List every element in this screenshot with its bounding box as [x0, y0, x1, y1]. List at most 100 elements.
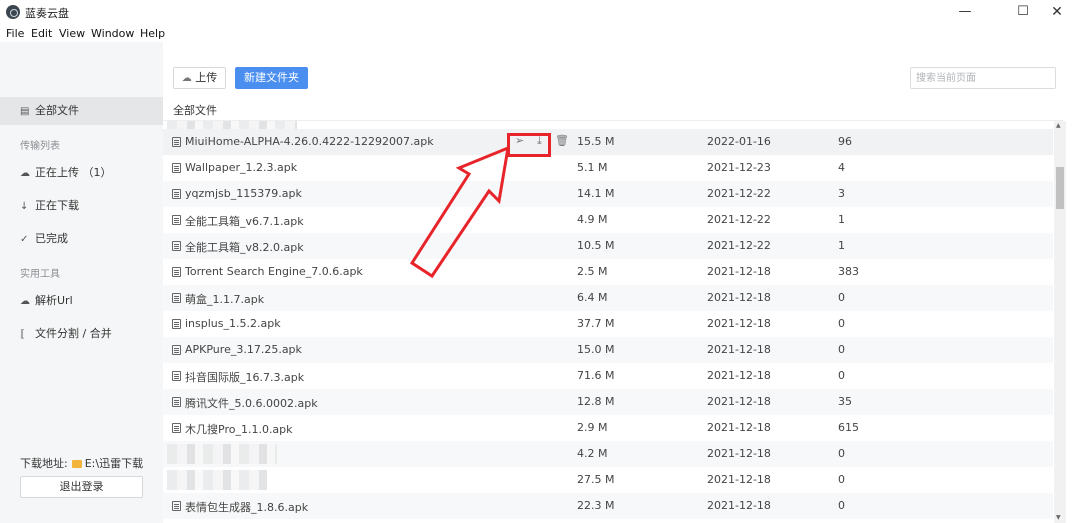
file-downloads: 4: [838, 161, 845, 174]
close-button[interactable]: ✕: [1034, 0, 1080, 24]
logout-button[interactable]: 退出登录: [20, 476, 143, 498]
file-icon: [172, 371, 181, 381]
folder-icon: [71, 460, 82, 468]
split-icon: ⟦: [20, 329, 25, 340]
table-row[interactable]: 全能工具箱_v8.2.0.apk 10.5 M 2021-12-22 1: [163, 233, 1053, 259]
window-title: 蓝奏云盘: [25, 7, 69, 20]
upload-button-label: 上传: [195, 71, 218, 84]
file-icon: [172, 241, 181, 251]
file-icon: [172, 423, 181, 433]
file-name[interactable]: APKPure_3.17.25.apk: [185, 343, 302, 356]
cloud-upload-icon: ☁: [20, 168, 30, 179]
table-row[interactable]: 全能工具箱_v6.7.1.apk 4.9 M 2021-12-22 1: [163, 207, 1053, 233]
table-row[interactable]: 表情包生成器_1.8.6.apk 22.3 M 2021-12-18 0: [163, 493, 1053, 519]
menu-view[interactable]: View: [59, 27, 85, 40]
sidebar-item-label: 已完成: [35, 232, 68, 245]
file-date: 2021-12-18: [707, 317, 771, 330]
file-name[interactable]: 腾讯文件_5.0.6.0002.apk: [185, 395, 318, 411]
file-downloads: 96: [838, 135, 852, 148]
file-downloads: 0: [838, 317, 845, 330]
file-size: 12.8 M: [577, 395, 615, 408]
file-downloads: 3: [838, 187, 845, 200]
cloud-upload-icon: ☁: [181, 73, 192, 84]
file-size: 4.2 M: [577, 447, 608, 460]
file-icon: [172, 137, 181, 147]
file-name[interactable]: 表情包生成器_1.8.6.apk: [185, 499, 308, 515]
table-row[interactable]: Torrent Search Engine_7.0.6.apk 2.5 M 20…: [163, 259, 1053, 285]
file-size: 37.7 M: [577, 317, 615, 330]
table-row[interactable]: 抖音国际版_16.7.3.apk 71.6 M 2021-12-18 0: [163, 363, 1053, 389]
app-logo-icon: [6, 5, 20, 19]
table-row[interactable]: MiuiHome-ALPHA-4.26.0.4222-12292007.apk …: [163, 129, 1053, 157]
sidebar-item-label: 正在下载: [35, 199, 79, 212]
file-icon: [172, 267, 181, 277]
download-path: 下载地址: E:\迅雷下载: [20, 455, 143, 471]
download-path-label: 下载地址:: [20, 457, 68, 470]
file-name[interactable]: Torrent Search Engine_7.0.6.apk: [185, 265, 363, 278]
sidebar-item-downloading[interactable]: ↓ 正在下载: [0, 192, 163, 220]
table-row[interactable]: 萌盒_1.1.7.apk 6.4 M 2021-12-18 0: [163, 285, 1053, 311]
file-name[interactable]: yqzmjsb_115379.apk: [185, 187, 302, 200]
scroll-up-arrow-icon[interactable]: ▲: [1056, 122, 1061, 129]
menu-file[interactable]: File: [6, 27, 24, 40]
sidebar-item-label: 解析Url: [35, 294, 73, 307]
minimize-button[interactable]: —: [942, 0, 988, 24]
file-downloads: 0: [838, 369, 845, 382]
table-row[interactable]: 4.2 M 2021-12-18 0: [163, 441, 1053, 467]
table-row[interactable]: 27.5 M 2021-12-18 0: [163, 467, 1053, 493]
table-row[interactable]: Wallpaper_1.2.3.apk 5.1 M 2021-12-23 4: [163, 155, 1053, 181]
file-date: 2021-12-18: [707, 447, 771, 460]
file-downloads: 0: [838, 291, 845, 304]
sidebar-item-all-files[interactable]: ▤ 全部文件: [0, 97, 163, 125]
download-path-value[interactable]: E:\迅雷下载: [85, 457, 143, 470]
table-row[interactable]: 腾讯文件_5.0.6.0002.apk 12.8 M 2021-12-18 35: [163, 389, 1053, 415]
breadcrumb[interactable]: 全部文件: [173, 102, 217, 118]
obscured-filename: [167, 444, 277, 464]
file-name[interactable]: 抖音国际版_16.7.3.apk: [185, 369, 304, 385]
sidebar-item-split-merge[interactable]: ⟦ 文件分割 / 合并: [0, 320, 163, 348]
menu-help[interactable]: Help: [140, 27, 165, 40]
file-icon: [172, 397, 181, 407]
new-folder-button[interactable]: 新建文件夹: [235, 67, 308, 89]
folder-list-icon: ▤: [20, 106, 30, 117]
check-circle-icon: ✓: [20, 234, 29, 245]
file-downloads: 0: [838, 499, 845, 512]
sidebar: ▤ 全部文件 传输列表 ☁ 正在上传 （1） ↓ 正在下载 ✓ 已完成 实用工具 ☁ 解析…: [0, 42, 163, 523]
file-date: 2022-01-16: [707, 135, 771, 148]
annotation-highlight-box: [507, 133, 551, 157]
menu-edit[interactable]: Edit: [31, 27, 52, 40]
file-name[interactable]: 萌盒_1.1.7.apk: [185, 291, 264, 307]
sidebar-item-label: 文件分割 / 合并: [35, 327, 112, 340]
sidebar-item-label: 正在上传 （1）: [35, 166, 112, 179]
file-size: 2.9 M: [577, 421, 608, 434]
file-name[interactable]: 全能工具箱_v6.7.1.apk: [185, 213, 304, 229]
file-name[interactable]: 木几搜Pro_1.1.0.apk: [185, 421, 293, 437]
file-name[interactable]: insplus_1.5.2.apk: [185, 317, 281, 330]
file-icon: [172, 319, 181, 329]
table-row[interactable]: 木几搜Pro_1.1.0.apk 2.9 M 2021-12-18 615: [163, 415, 1053, 441]
file-date: 2021-12-18: [707, 343, 771, 356]
file-icon: [172, 163, 181, 173]
file-name[interactable]: MiuiHome-ALPHA-4.26.0.4222-12292007.apk: [185, 135, 434, 148]
file-size: 5.1 M: [577, 161, 608, 174]
sidebar-item-completed[interactable]: ✓ 已完成: [0, 225, 163, 253]
file-name[interactable]: Wallpaper_1.2.3.apk: [185, 161, 297, 174]
file-name[interactable]: 全能工具箱_v8.2.0.apk: [185, 239, 304, 255]
table-row[interactable]: APKPure_3.17.25.apk 15.0 M 2021-12-18 0: [163, 337, 1053, 363]
scroll-down-arrow-icon[interactable]: ▼: [1056, 514, 1061, 521]
sidebar-item-parse-url[interactable]: ☁ 解析Url: [0, 287, 163, 315]
table-row[interactable]: yqzmjsb_115379.apk 14.1 M 2021-12-22 3: [163, 181, 1053, 207]
search-input[interactable]: [910, 67, 1056, 89]
menu-window[interactable]: Window: [91, 27, 134, 40]
sidebar-item-uploading[interactable]: ☁ 正在上传 （1）: [0, 159, 163, 187]
file-size: 10.5 M: [577, 239, 615, 252]
file-icon: [172, 293, 181, 303]
file-date: 2021-12-18: [707, 499, 771, 512]
upload-button[interactable]: ☁ 上传: [173, 67, 226, 89]
tools-header: 实用工具: [20, 269, 60, 280]
file-size: 22.3 M: [577, 499, 615, 512]
trash-icon[interactable]: 🗑: [555, 134, 569, 147]
file-downloads: 615: [838, 421, 859, 434]
table-row[interactable]: insplus_1.5.2.apk 37.7 M 2021-12-18 0: [163, 311, 1053, 337]
scrollbar-thumb[interactable]: [1056, 167, 1064, 209]
